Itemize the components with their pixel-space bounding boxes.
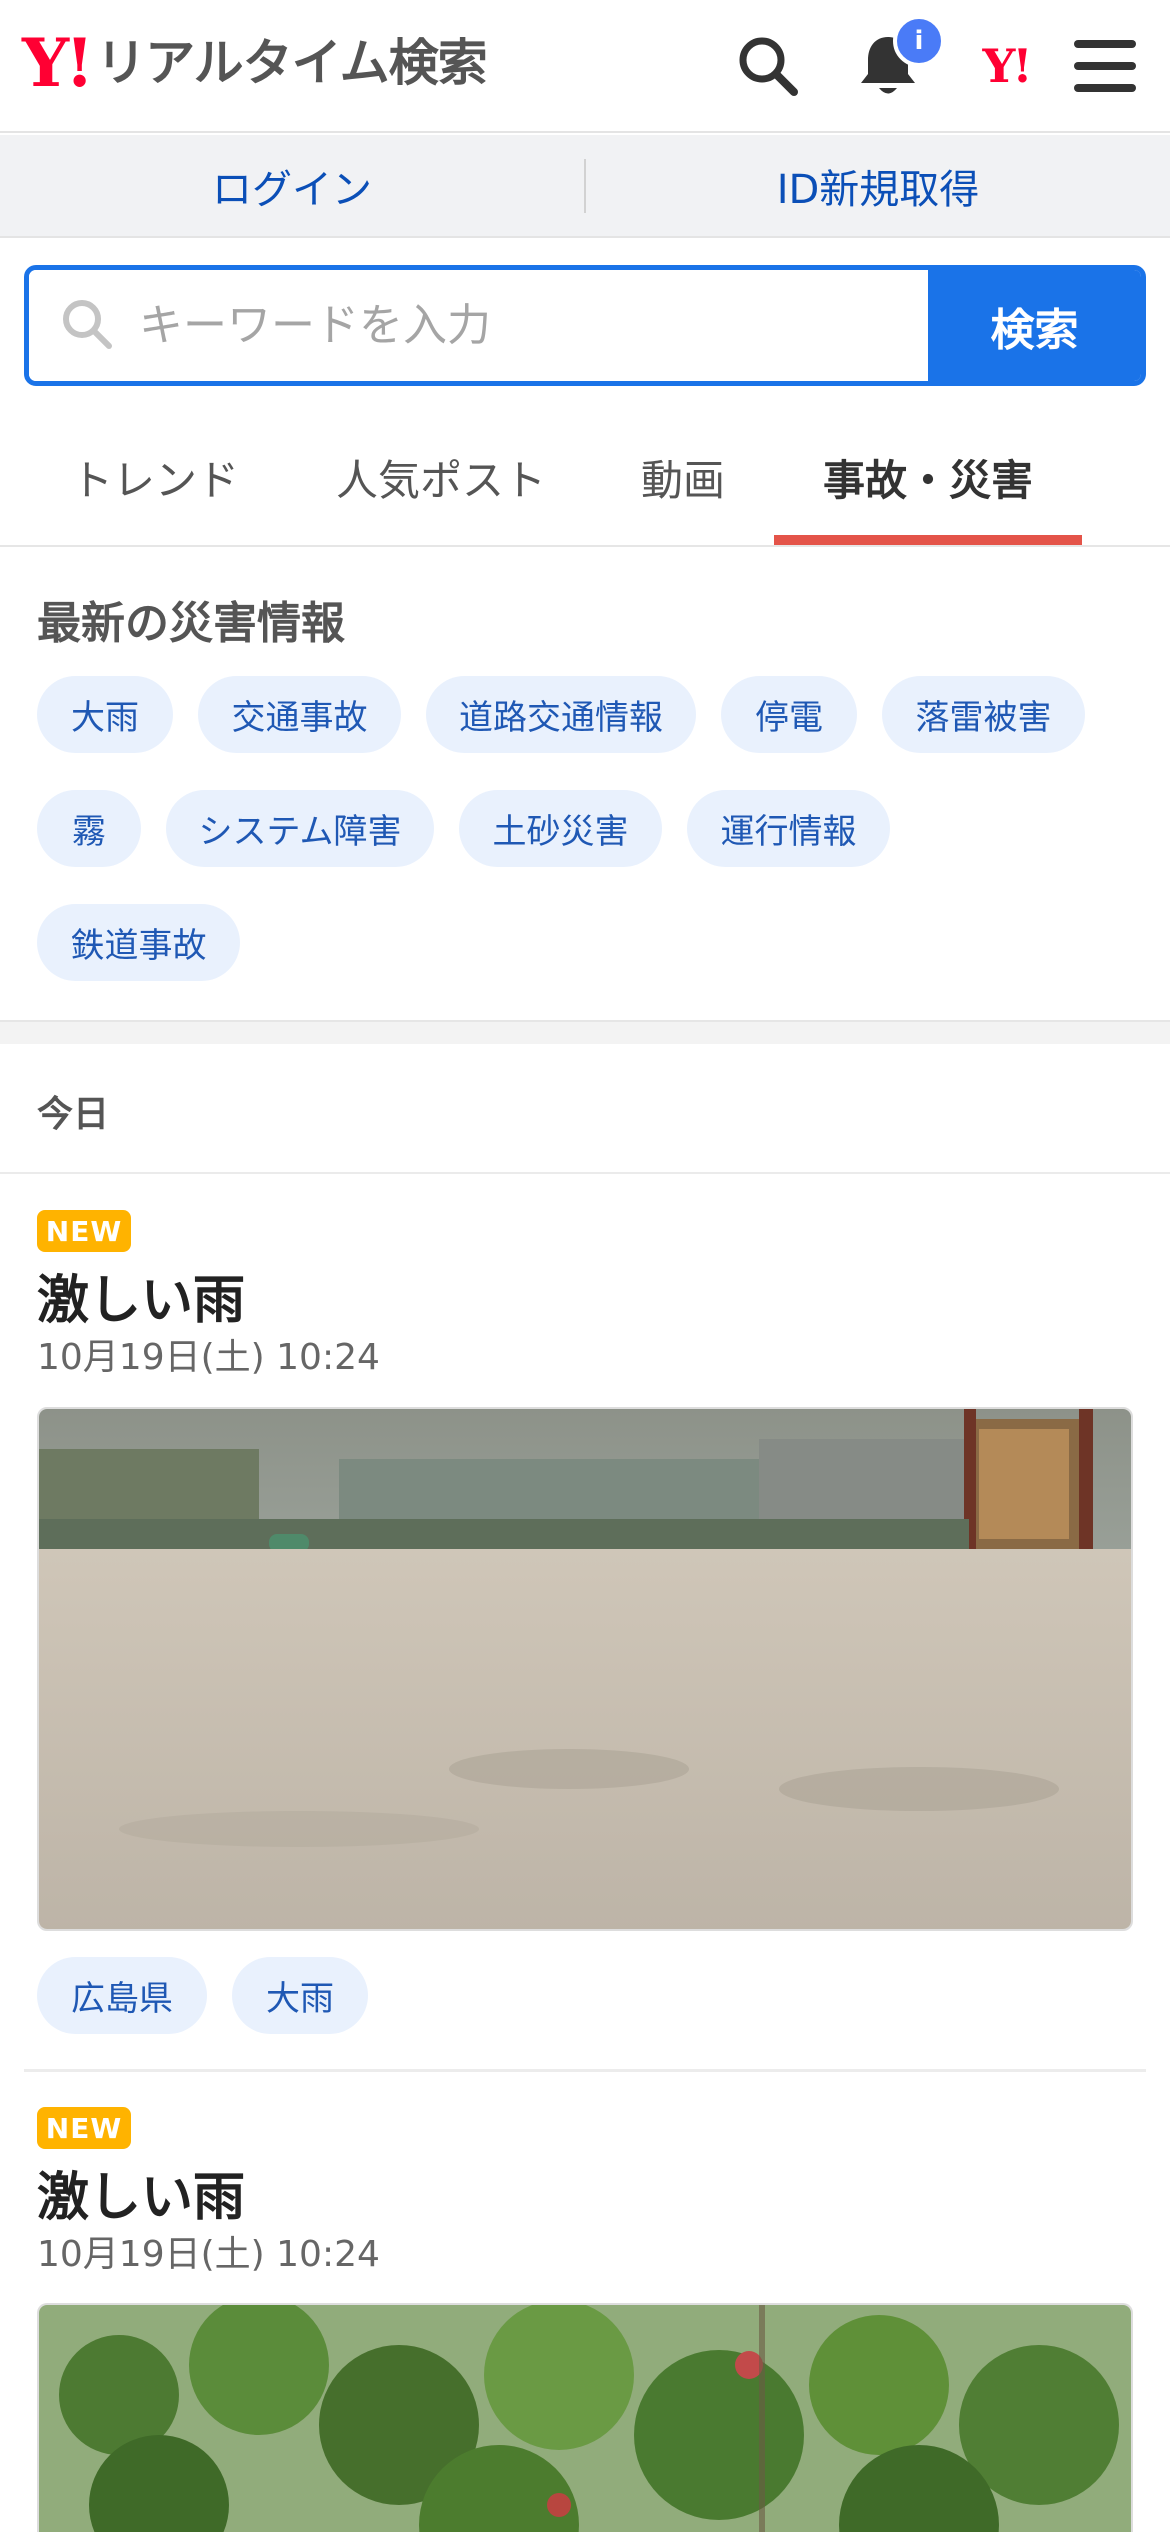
disaster-chip[interactable]: 土砂災害 bbox=[459, 790, 662, 867]
search-button[interactable]: 検索 bbox=[928, 270, 1141, 381]
disaster-chip[interactable]: 交通事故 bbox=[198, 676, 401, 753]
disaster-chip[interactable]: 大雨 bbox=[37, 676, 173, 753]
post-date: 10月19日(土) 10:24 bbox=[37, 2234, 380, 2275]
disaster-chip[interactable]: 運行情報 bbox=[687, 790, 890, 867]
new-badge: NEW bbox=[37, 1210, 131, 1252]
yahoo-logo-mark: Y! bbox=[22, 24, 94, 102]
notification-badge: i bbox=[893, 15, 945, 67]
logo-title: リアルタイム検索 bbox=[96, 34, 487, 92]
disaster-chip[interactable]: システム障害 bbox=[166, 790, 434, 867]
disaster-chip[interactable]: 道路交通情報 bbox=[426, 676, 696, 753]
hamburger-menu-icon[interactable] bbox=[1065, 26, 1145, 106]
search-input[interactable] bbox=[29, 270, 928, 381]
disaster-chip[interactable]: 鉄道事故 bbox=[37, 904, 240, 981]
register-link[interactable]: ID新規取得 bbox=[586, 157, 1170, 215]
login-bar: ログイン ID新規取得 bbox=[0, 135, 1170, 238]
login-link[interactable]: ログイン bbox=[0, 157, 584, 215]
disaster-chip[interactable]: 落雷被害 bbox=[882, 676, 1085, 753]
tab-video[interactable]: 動画 bbox=[635, 410, 731, 545]
search-field-icon bbox=[59, 296, 115, 356]
yahoo-realtime-logo[interactable]: Y! リアルタイム検索 bbox=[22, 24, 488, 102]
active-tab-indicator bbox=[774, 535, 1082, 545]
rain-tree-photo[interactable] bbox=[37, 2303, 1133, 2532]
search-icon[interactable] bbox=[728, 26, 808, 106]
section-divider bbox=[0, 1020, 1170, 1044]
tab-popular-posts[interactable]: 人気ポスト bbox=[330, 410, 552, 545]
search-field-wrap bbox=[29, 270, 928, 381]
tab-trend[interactable]: トレンド bbox=[70, 410, 240, 545]
disaster-chip[interactable]: 霧 bbox=[37, 790, 141, 867]
post-tag[interactable]: 広島県 bbox=[37, 1957, 207, 2034]
heavy-rain-field-photo[interactable] bbox=[37, 1407, 1133, 1931]
category-tabs: トレンド 人気ポスト 動画 事故・災害 bbox=[0, 410, 1170, 547]
post-divider bbox=[24, 2069, 1146, 2072]
date-group-label: 今日 bbox=[37, 1094, 110, 1135]
tab-accident-disaster[interactable]: 事故・災害 bbox=[774, 410, 1082, 545]
post-title[interactable]: 激しい雨 bbox=[37, 2155, 245, 2230]
new-badge: NEW bbox=[37, 2107, 131, 2149]
post-date: 10月19日(土) 10:24 bbox=[37, 1337, 380, 1378]
yahoo-japan-icon[interactable]: Y! bbox=[966, 26, 1046, 106]
post-title[interactable]: 激しい雨 bbox=[37, 1258, 245, 1333]
disaster-chip[interactable]: 停電 bbox=[721, 676, 857, 753]
divider bbox=[0, 1172, 1170, 1174]
post-tag[interactable]: 大雨 bbox=[232, 1957, 368, 2034]
search-bar: 検索 bbox=[24, 265, 1146, 386]
app-header: Y! リアルタイム検索 i Y! bbox=[0, 0, 1170, 133]
disaster-section-title: 最新の災害情報 bbox=[37, 598, 345, 649]
